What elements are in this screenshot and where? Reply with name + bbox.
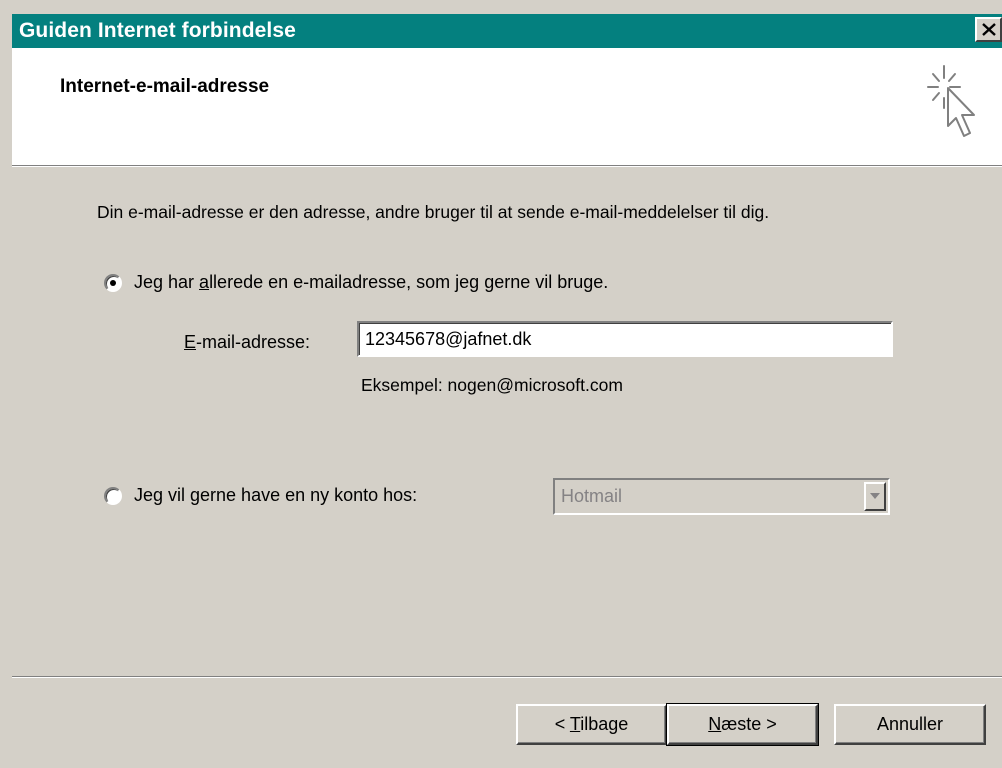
cancel-button-label: Annuller <box>876 714 944 734</box>
next-button-label: Næste > <box>708 714 777 734</box>
wizard-dialog: Guiden Internet forbindelse Internet-e-m… <box>0 0 1002 768</box>
radio-new-label: Jeg vil gerne have en ny konto hos: <box>134 485 418 505</box>
provider-select[interactable]: Hotmail <box>553 478 890 515</box>
email-field[interactable] <box>357 321 893 357</box>
description-text: Din e-mail-adresse er den adresse, andre… <box>97 202 770 222</box>
radio-button-unselected[interactable] <box>104 486 122 505</box>
back-button[interactable]: < Tilbage <box>516 704 667 745</box>
back-button-label: < Tilbage <box>554 714 629 734</box>
cancel-button[interactable]: Annuller <box>834 704 986 745</box>
page-title: Internet-e-mail-adresse <box>60 76 270 97</box>
example-text: Eksempel: nogen@microsoft.com <box>361 375 623 395</box>
radio-dot <box>110 279 116 286</box>
chevron-down-icon <box>870 493 880 499</box>
header-divider-highlight <box>12 166 1002 167</box>
dropdown-button[interactable] <box>864 482 886 511</box>
radio-existing-address[interactable]: Jeg har allerede en e-mailadresse, som j… <box>104 272 608 293</box>
radio-button-selected[interactable] <box>104 273 122 292</box>
close-button[interactable] <box>975 17 1002 42</box>
radio-new-account[interactable]: Jeg vil gerne have en ny konto hos: <box>104 485 417 506</box>
footer-divider-highlight <box>12 677 1002 678</box>
window-title: Guiden Internet forbindelse <box>19 19 296 42</box>
title-bar[interactable]: Guiden Internet forbindelse <box>12 14 1002 48</box>
email-field-label: E-mail-adresse: <box>184 332 311 352</box>
close-icon <box>982 23 996 36</box>
radio-existing-label: Jeg har allerede en e-mailadresse, som j… <box>134 272 609 292</box>
next-button[interactable]: Næste > <box>666 703 819 746</box>
wizard-header: Internet-e-mail-adresse <box>12 48 1002 165</box>
provider-select-value: Hotmail <box>561 486 623 506</box>
wizard-cursor-icon <box>927 65 975 137</box>
